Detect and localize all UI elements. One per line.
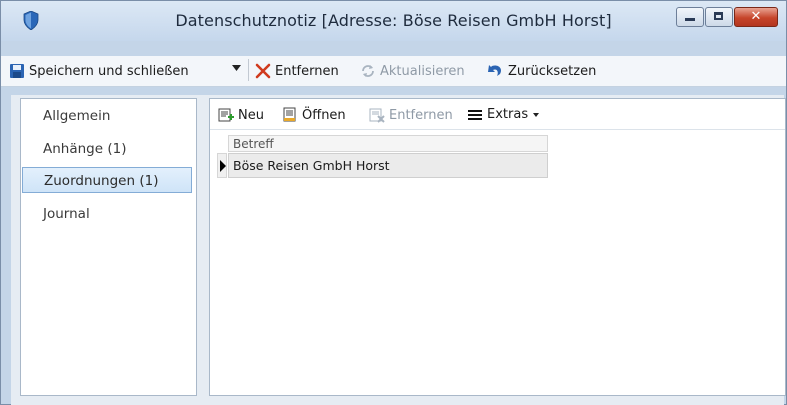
content-area: Allgemein Anhänge (1) Zuordnungen (1) Jo… — [11, 95, 786, 405]
app-window: Datenschutznotiz [Adresse: Böse Reisen G… — [0, 0, 787, 405]
nav-item-journal[interactable]: Journal — [22, 201, 192, 227]
extras-menu-button[interactable]: Extras — [467, 107, 540, 122]
maximize-button[interactable] — [705, 7, 733, 27]
column-header-betreff[interactable]: Betreff — [228, 135, 548, 152]
undo-icon — [488, 65, 502, 76]
remove-label: Entfernen — [275, 63, 339, 79]
hamburger-icon — [468, 109, 482, 120]
nav-item-anhaenge[interactable]: Anhänge (1) — [22, 136, 192, 162]
section-nav: Allgemein Anhänge (1) Zuordnungen (1) Jo… — [20, 98, 197, 396]
red-x-icon — [255, 63, 271, 79]
assignments-panel: Neu Öffnen Entfernen Extras Betreff Böse… — [209, 98, 786, 396]
open-button[interactable]: Öffnen — [282, 107, 346, 123]
new-label: Neu — [238, 107, 264, 123]
save-close-button[interactable]: Speichern und schließen — [9, 63, 189, 79]
toolbar-divider — [248, 59, 249, 81]
window-title: Datenschutznotiz [Adresse: Böse Reisen G… — [175, 11, 612, 30]
main-toolbar: Speichern und schließen Entfernen Aktual… — [1, 56, 786, 87]
nav-item-zuordnungen[interactable]: Zuordnungen (1) — [22, 167, 192, 193]
close-icon: ✕ — [750, 9, 762, 24]
minimize-icon — [685, 18, 695, 21]
current-row-icon — [220, 160, 226, 172]
table-row[interactable]: Böse Reisen GmbH Horst — [228, 153, 548, 178]
open-record-icon — [283, 107, 296, 122]
grid-remove-label: Entfernen — [389, 107, 453, 123]
remove-button[interactable]: Entfernen — [255, 63, 339, 79]
floppy-disk-icon — [10, 64, 24, 78]
window-controls: ✕ — [675, 7, 778, 27]
refresh-label: Aktualisieren — [380, 63, 465, 79]
grid-remove-button[interactable]: Entfernen — [369, 107, 453, 123]
minimize-button[interactable] — [676, 7, 704, 27]
title-bar[interactable]: Datenschutznotiz [Adresse: Böse Reisen G… — [1, 1, 786, 41]
chevron-down-icon — [533, 112, 540, 117]
grid-toolbar: Neu Öffnen Entfernen Extras — [210, 99, 785, 130]
chevron-down-icon — [232, 65, 241, 71]
new-button[interactable]: Neu — [218, 107, 264, 123]
close-button[interactable]: ✕ — [734, 7, 778, 27]
nav-item-allgemein[interactable]: Allgemein — [22, 103, 192, 129]
refresh-button[interactable]: Aktualisieren — [360, 63, 465, 79]
maximize-icon — [714, 12, 723, 20]
reset-label: Zurücksetzen — [508, 63, 597, 79]
reset-button[interactable]: Zurücksetzen — [486, 63, 596, 79]
save-close-label: Speichern und schließen — [29, 63, 189, 79]
extras-label: Extras — [487, 107, 529, 122]
refresh-icon — [362, 65, 374, 77]
open-label: Öffnen — [302, 107, 346, 123]
remove-record-icon — [369, 108, 385, 123]
row-indicator[interactable] — [217, 153, 227, 178]
new-record-icon — [218, 108, 234, 122]
save-close-dropdown[interactable] — [232, 65, 241, 71]
